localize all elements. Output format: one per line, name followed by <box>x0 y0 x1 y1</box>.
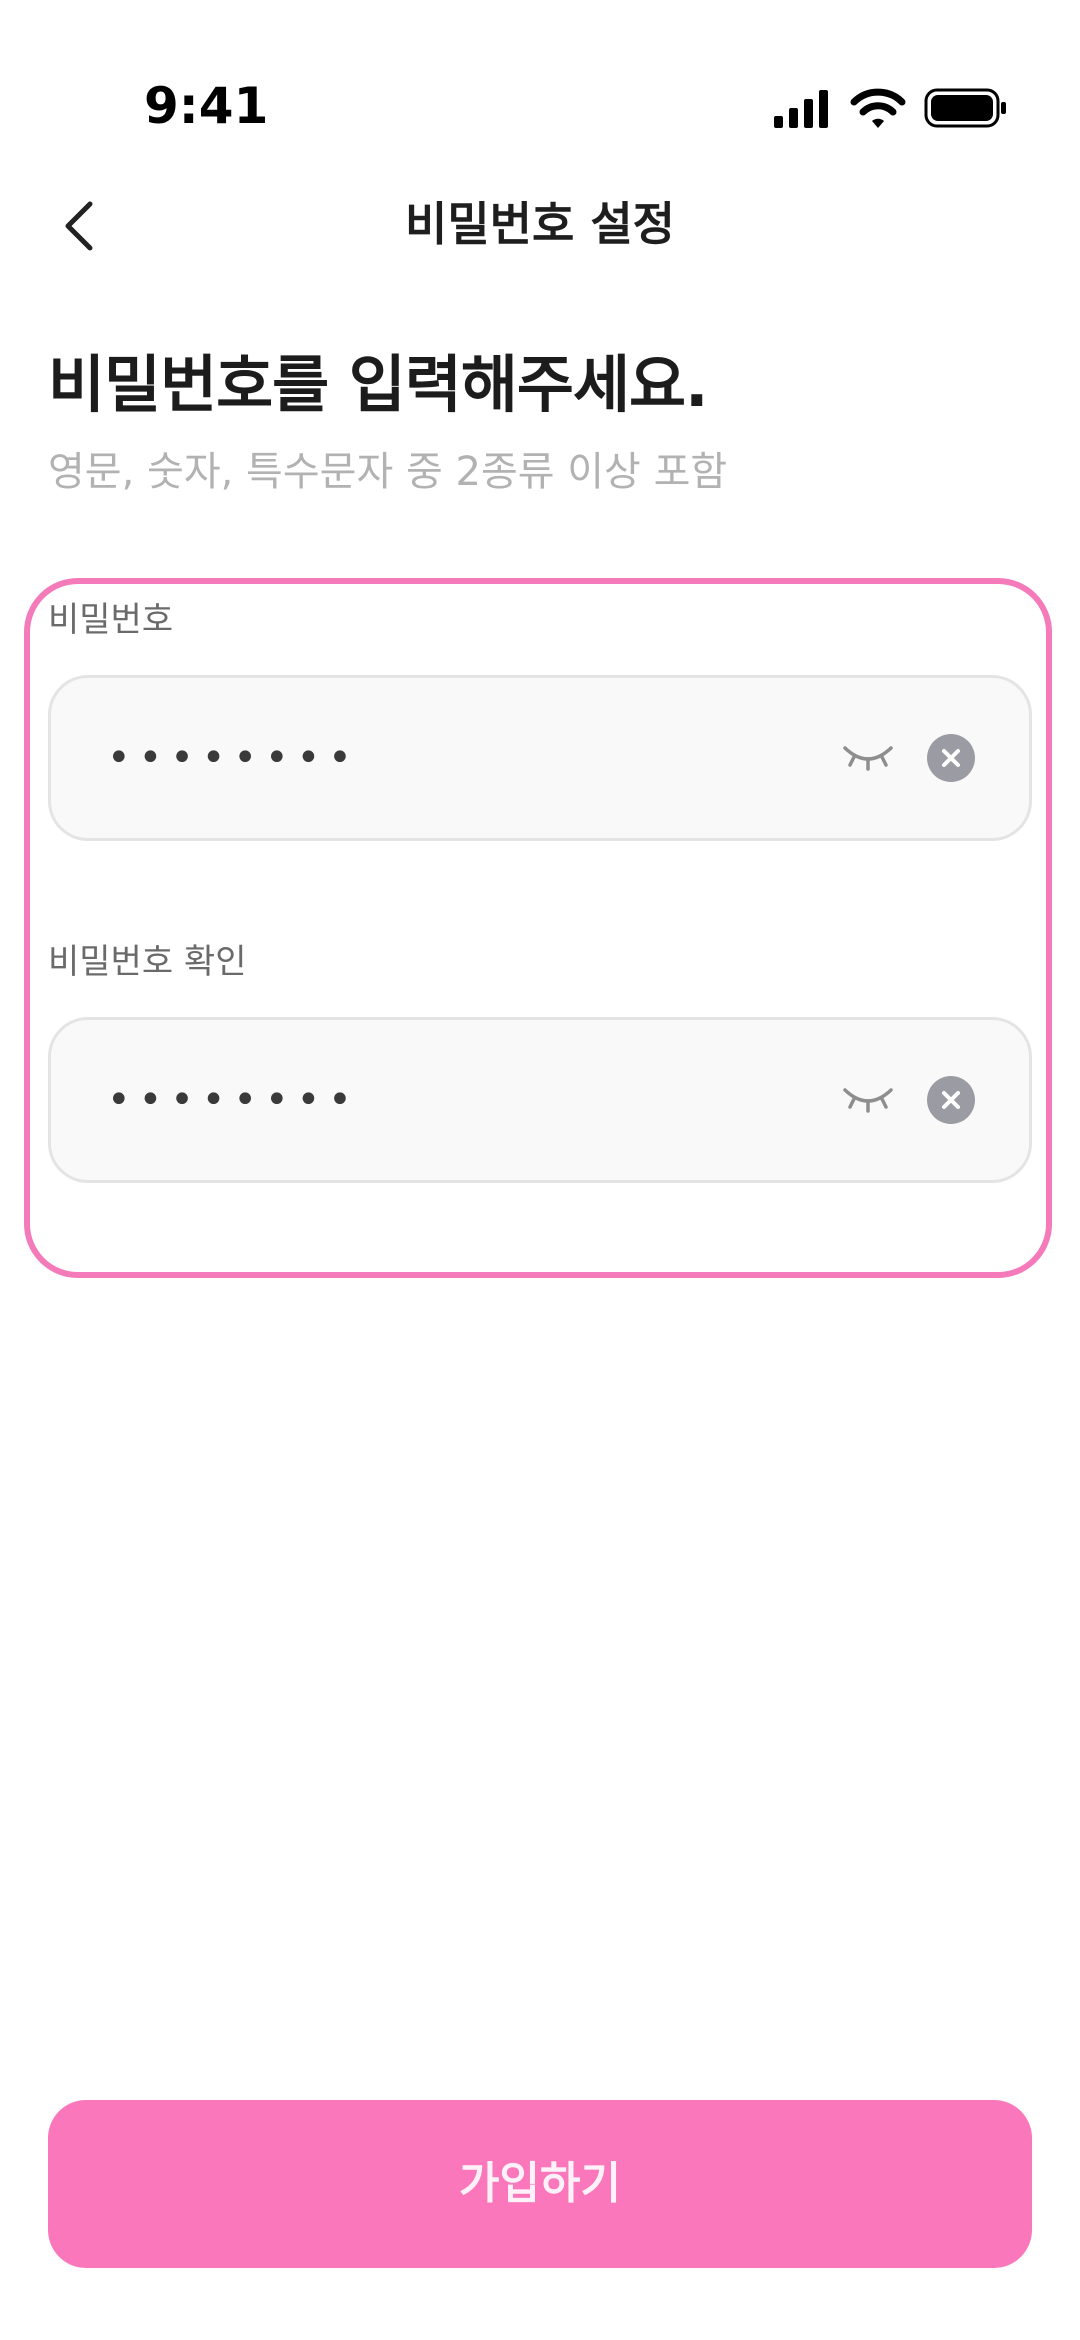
status-bar: 9:41 <box>0 0 1080 150</box>
page-title: 비밀번호 설정 <box>405 197 675 251</box>
back-button[interactable] <box>52 196 108 256</box>
password-label: 비밀번호 <box>48 600 174 640</box>
chevron-left-icon <box>65 201 93 251</box>
password-input[interactable] <box>107 678 807 838</box>
password-confirm-label: 비밀번호 확인 <box>48 942 247 982</box>
status-time: 9:41 <box>144 77 269 135</box>
header: 비밀번호 설정 <box>0 180 1080 268</box>
signup-button[interactable]: 가입하기 <box>48 2100 1032 2268</box>
password-confirm-clear-button[interactable] <box>927 1076 975 1124</box>
battery-icon <box>924 88 1006 128</box>
clear-circle-icon <box>942 749 960 767</box>
password-clear-button[interactable] <box>927 734 975 782</box>
page-heading: 비밀번호를 입력해주세요. <box>48 348 709 421</box>
eye-closed-icon[interactable] <box>841 1080 895 1120</box>
password-confirm-field[interactable] <box>48 1017 1032 1183</box>
eye-closed-icon[interactable] <box>841 738 895 778</box>
signal-icon <box>774 90 828 128</box>
page-subtitle: 영문, 숫자, 특수문자 중 2종류 이상 포함 <box>48 449 728 495</box>
clear-circle-icon <box>942 1091 960 1109</box>
password-confirm-input[interactable] <box>107 1020 807 1180</box>
wifi-icon <box>850 88 906 128</box>
password-field[interactable] <box>48 675 1032 841</box>
